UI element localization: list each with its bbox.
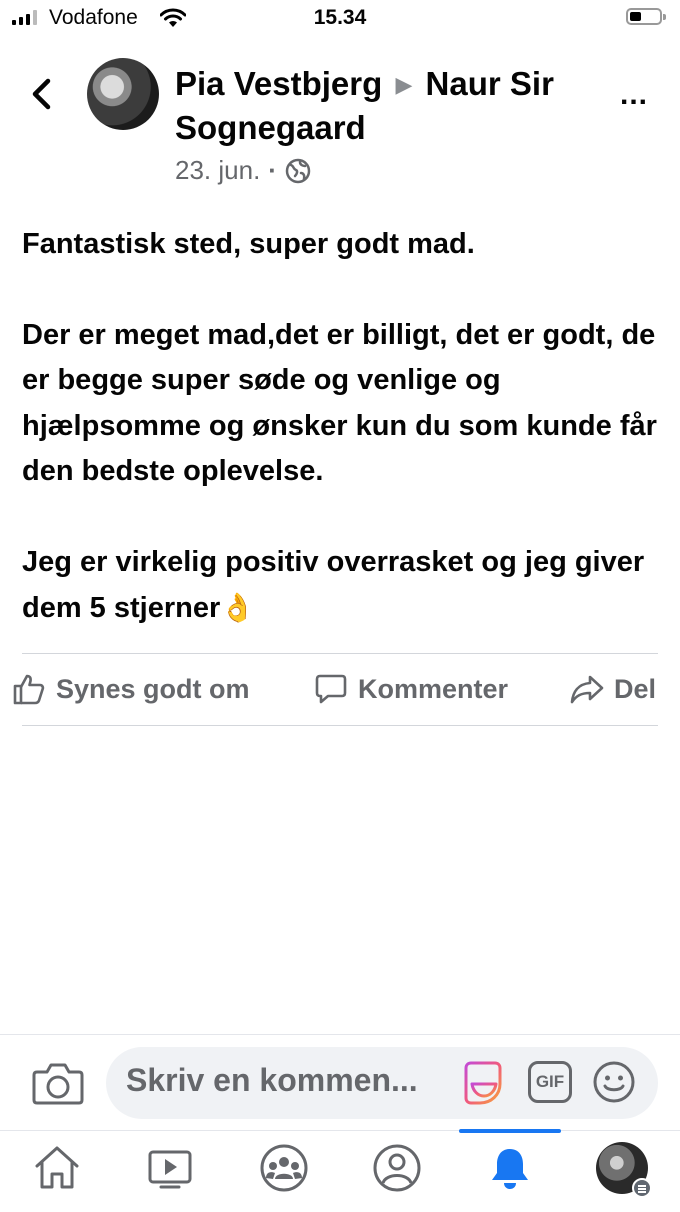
- comment-label: Kommenter: [358, 673, 509, 704]
- tab-home[interactable]: [29, 1140, 85, 1196]
- comment-button[interactable]: Kommenter: [314, 672, 508, 706]
- menu-icon: [632, 1178, 652, 1198]
- notifications-icon: [492, 1149, 528, 1189]
- emoji-icon[interactable]: [592, 1060, 636, 1104]
- divider: [22, 653, 658, 654]
- profile-icon: [373, 1144, 421, 1192]
- comment-icon: [315, 674, 347, 704]
- post-actions: Synes godt om Kommenter Del: [0, 666, 680, 718]
- more-icon[interactable]: ...: [620, 78, 648, 112]
- triangle-right-icon: ▶: [395, 72, 413, 97]
- author-name[interactable]: Pia Vestbjerg: [175, 65, 382, 102]
- active-tab-indicator: [459, 1129, 561, 1133]
- meta-separator: ·: [268, 155, 277, 185]
- gif-icon[interactable]: GIF: [528, 1061, 572, 1103]
- post-paragraph-text: Jeg er virkelig positiv overrasket og je…: [22, 545, 645, 625]
- home-icon: [35, 1146, 79, 1189]
- tab-notifications[interactable]: [482, 1140, 538, 1196]
- groups-icon: [260, 1144, 308, 1192]
- divider: [22, 725, 658, 726]
- thumbs-up-icon: [13, 674, 45, 705]
- clock: 15.34: [313, 6, 367, 29]
- status-bar: Vodafone 15.34: [0, 0, 680, 38]
- post-header-title: Pia Vestbjerg ▶ Naur Sir Sognegaard: [175, 62, 615, 149]
- post-paragraph: Der er meget mad,det er billigt, det er …: [22, 318, 657, 488]
- tab-video[interactable]: [142, 1140, 198, 1196]
- share-button[interactable]: Del: [570, 672, 656, 706]
- chevron-left-icon[interactable]: [28, 76, 56, 112]
- tab-menu[interactable]: [594, 1140, 652, 1198]
- battery-icon: [626, 8, 666, 25]
- tab-profile[interactable]: [369, 1140, 425, 1196]
- ok-hand-emoji: 👌: [220, 592, 256, 623]
- post-paragraph: Jeg er virkelig positiv overrasket og je…: [22, 540, 662, 632]
- share-label: Del: [614, 673, 657, 704]
- sticker-icon[interactable]: [460, 1060, 506, 1106]
- post-paragraph: Fantastisk sted, super godt mad.: [22, 228, 475, 260]
- post-meta: 23. jun. ·: [175, 155, 311, 186]
- globe-icon: [285, 158, 311, 183]
- menu-profile-icon: [596, 1142, 652, 1198]
- camera-icon[interactable]: [32, 1060, 84, 1106]
- share-icon: [570, 675, 604, 704]
- comment-placeholder: Skriv en kommen...: [126, 1062, 418, 1098]
- author-avatar[interactable]: [87, 58, 159, 130]
- tab-groups[interactable]: [256, 1140, 312, 1196]
- like-button[interactable]: Synes godt om: [12, 672, 250, 706]
- post-date[interactable]: 23. jun.: [175, 155, 260, 186]
- like-label: Synes godt om: [56, 673, 250, 704]
- video-icon: [148, 1150, 192, 1189]
- tab-bar: [0, 1130, 680, 1212]
- post-text: Fantastisk sted, super godt mad. Der er …: [22, 222, 662, 632]
